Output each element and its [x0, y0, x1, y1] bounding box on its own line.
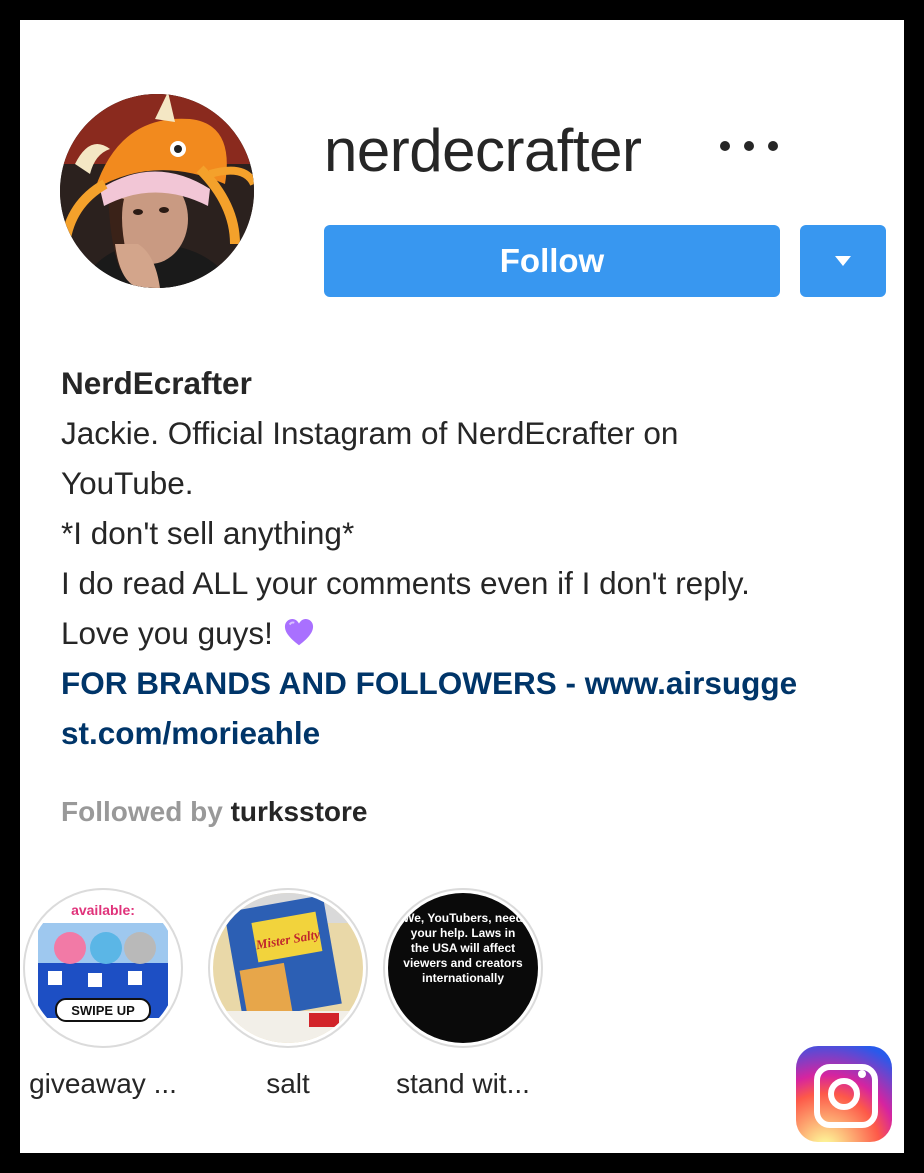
- website-link[interactable]: st.com/morieahle: [61, 708, 891, 758]
- follow-button[interactable]: Follow: [324, 225, 780, 297]
- website-link[interactable]: FOR BRANDS AND FOLLOWERS - www.airsugge: [61, 658, 891, 708]
- highlight-label: stand wit...: [396, 1068, 530, 1099]
- bio-line: YouTube.: [61, 465, 194, 501]
- bio-line: Love you guys!: [61, 615, 273, 651]
- cover-text: We, YouTubers, need your help. Laws in t…: [403, 911, 523, 985]
- instagram-logo-icon[interactable]: [796, 1046, 892, 1142]
- profile-card: nerdecrafter Follow NerdEcrafter Jackie.…: [20, 20, 904, 1153]
- cover-text: SWIPE UP: [71, 1003, 135, 1018]
- highlight-ring: We, YouTubers, need your help. Laws in t…: [383, 888, 543, 1048]
- bio-line: *I don't sell anything*: [61, 515, 355, 551]
- profile-bio: NerdEcrafter Jackie. Official Instagram …: [61, 358, 891, 758]
- followed-by-prefix: Followed by: [61, 796, 223, 827]
- chevron-down-icon: [835, 256, 851, 266]
- story-highlight[interactable]: available: SWIPE UP giveaway ...: [23, 888, 183, 1100]
- suggestions-dropdown-button[interactable]: [800, 225, 886, 297]
- profile-avatar[interactable]: [60, 94, 254, 288]
- highlight-cover: We, YouTubers, need your help. Laws in t…: [388, 893, 538, 1043]
- followed-by[interactable]: Followed by turksstore: [61, 792, 368, 832]
- profile-username: nerdecrafter: [324, 117, 642, 184]
- highlight-ring: Mister Salty: [208, 888, 368, 1048]
- purple-heart-icon: [284, 618, 313, 646]
- highlight-label: salt: [266, 1068, 310, 1099]
- avatar-image: [60, 94, 254, 288]
- camera-flash: [858, 1070, 866, 1078]
- camera-lens: [828, 1078, 860, 1110]
- cover-text: available:: [71, 902, 135, 918]
- story-highlight[interactable]: We, YouTubers, need your help. Laws in t…: [383, 888, 543, 1100]
- profile-full-name: NerdEcrafter: [61, 365, 252, 401]
- highlight-label: giveaway ...: [29, 1068, 177, 1099]
- story-highlight[interactable]: Mister Salty salt: [208, 888, 368, 1100]
- dot: [720, 141, 730, 151]
- followed-by-user[interactable]: turksstore: [231, 796, 368, 827]
- stand-with-cover-image: We, YouTubers, need your help. Laws in t…: [388, 893, 538, 1043]
- highlight-cover: available: SWIPE UP: [28, 893, 178, 1043]
- dot: [768, 141, 778, 151]
- highlight-cover: Mister Salty: [213, 893, 363, 1043]
- bio-line: Jackie. Official Instagram of NerdEcraft…: [61, 415, 679, 451]
- highlight-ring: available: SWIPE UP: [23, 888, 183, 1048]
- giveaway-cover-image: available: SWIPE UP: [28, 893, 178, 1043]
- bio-line-with-heart: Love you guys!: [61, 608, 891, 658]
- bio-line: I do read ALL your comments even if I do…: [61, 565, 750, 601]
- salt-cover-image: Mister Salty: [213, 893, 363, 1043]
- dot: [744, 141, 754, 151]
- more-options-icon[interactable]: [720, 136, 778, 156]
